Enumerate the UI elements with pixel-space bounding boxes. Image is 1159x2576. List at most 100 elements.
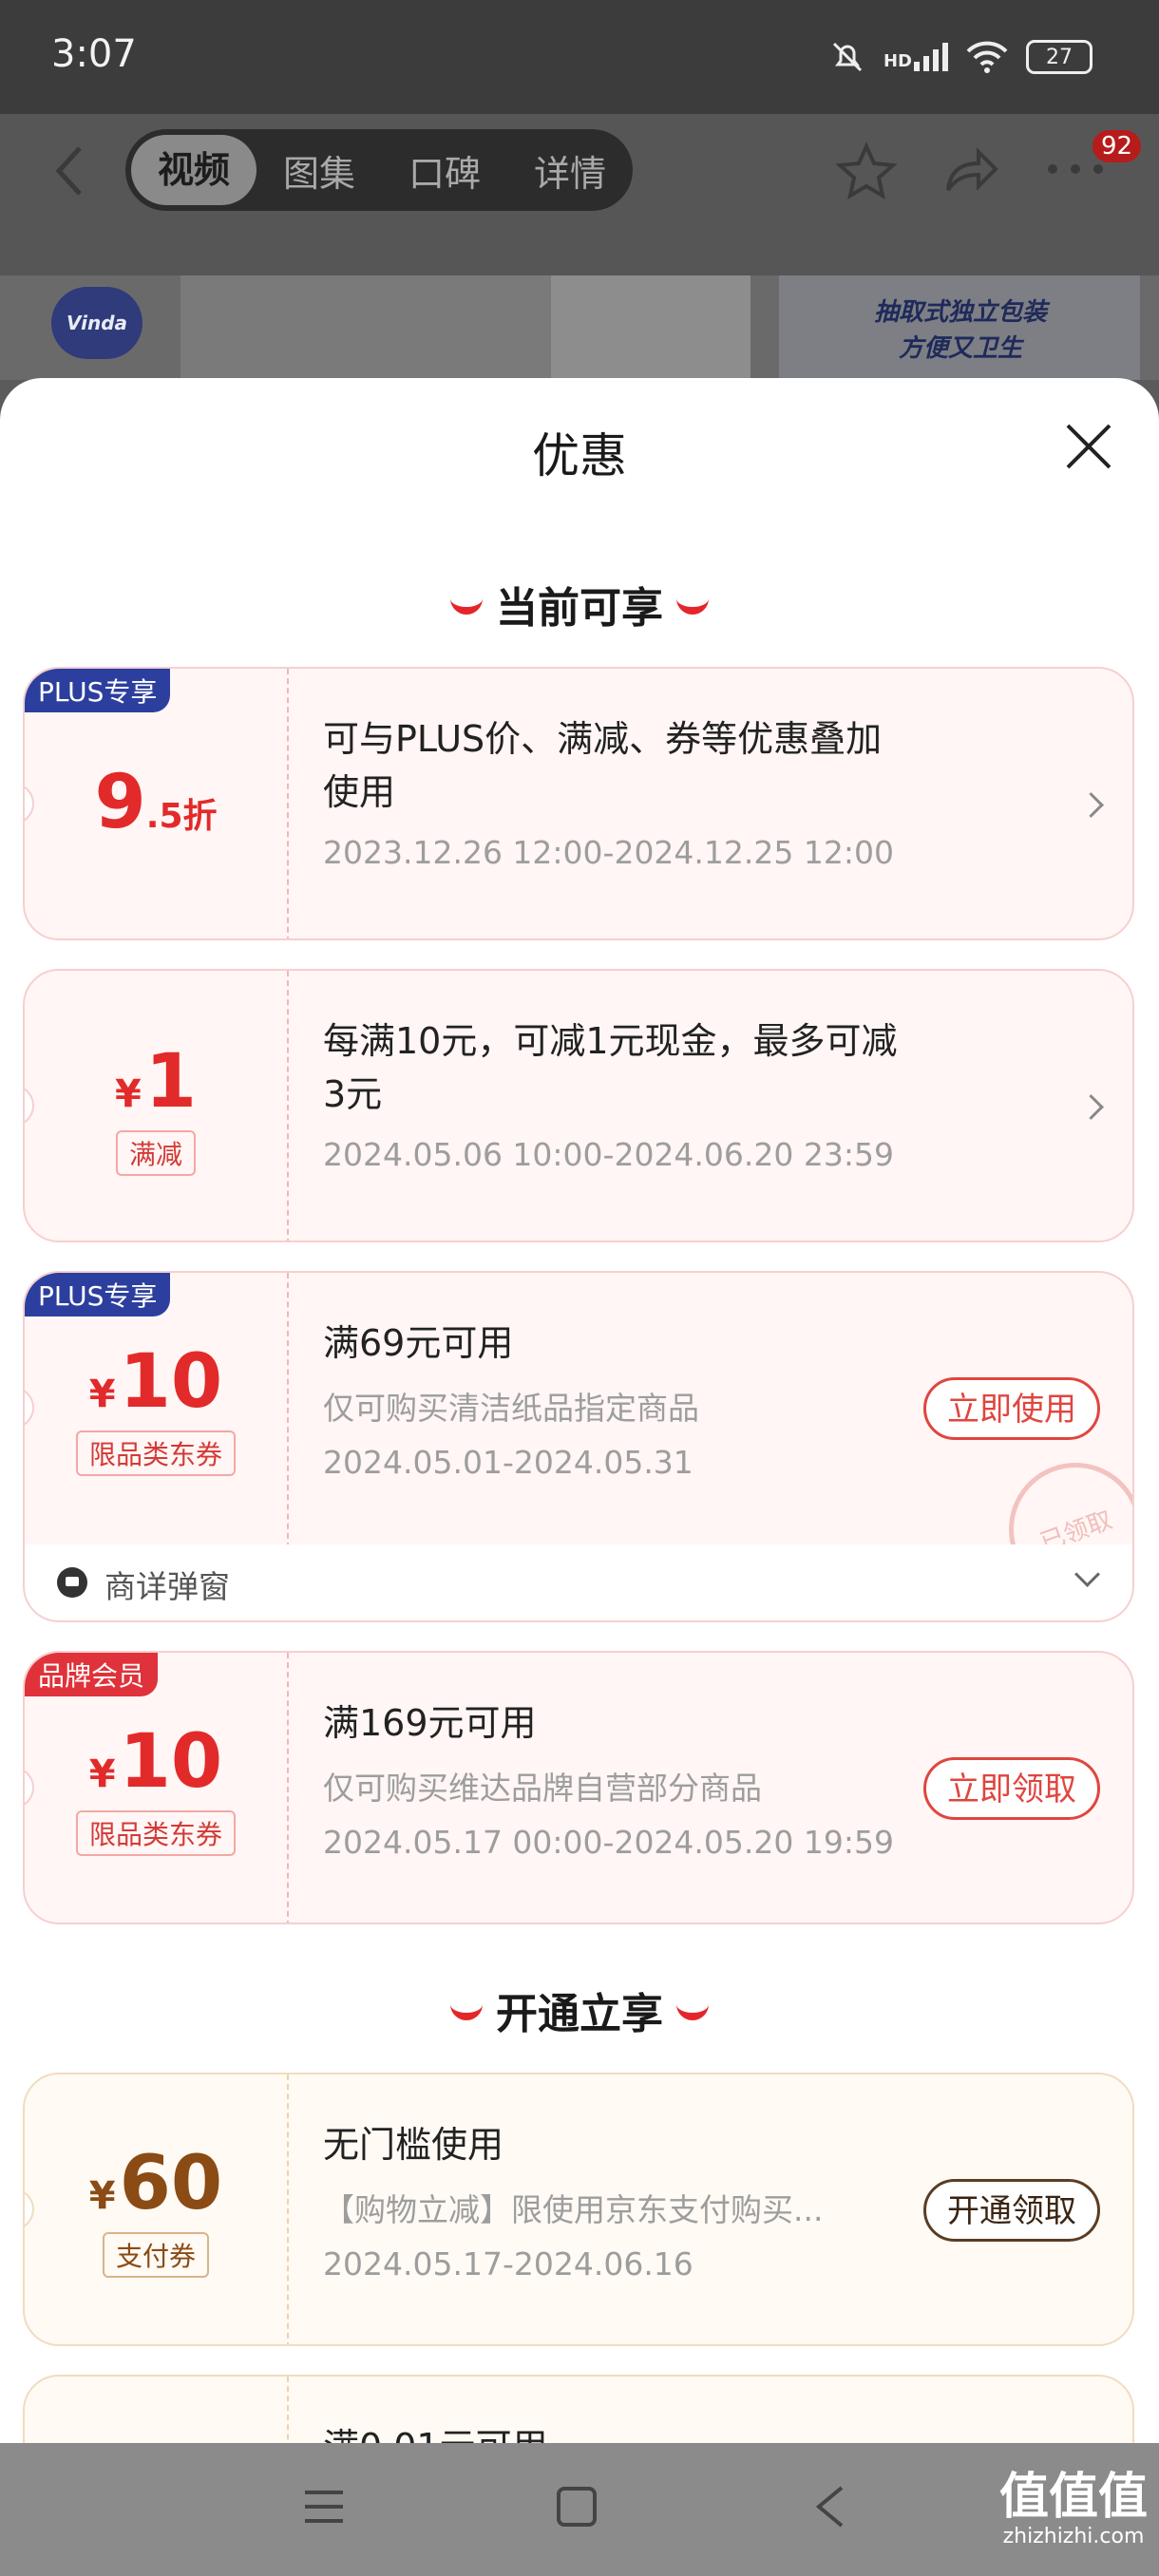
amount-number: 60 [119, 2141, 223, 2226]
more-icon[interactable] [1045, 160, 1106, 179]
chevron-right-icon[interactable] [1078, 1094, 1104, 1120]
smile-left-icon [450, 1998, 483, 2020]
coupon-desc-line2: 3元 [323, 1073, 383, 1115]
coupon-content: 满69元可用 仅可购买清洁纸品指定商品 2024.05.01-2024.05.3… [323, 1316, 699, 1481]
coupon-date: 2024.05.17 00:00-2024.05.20 19:59 [323, 1824, 894, 1861]
coupon-desc-line1: 每满10元，可减1元现金，最多可减 [323, 1020, 898, 1062]
coupon-condition: 满169元可用 [323, 1702, 537, 1744]
coupon-condition: 无门槛使用 [323, 2124, 504, 2166]
signal-bars-icon [914, 43, 948, 71]
claimed-stamp: 已领取 [990, 1444, 1132, 1544]
coupon-content: 满169元可用 仅可购买维达品牌自营部分商品 2024.05.17 00:00-… [323, 1696, 894, 1861]
coupon-type-tag: 满减 [115, 1130, 196, 1176]
card-divider [287, 669, 289, 938]
discount-number: 9 [94, 760, 146, 845]
watermark-main: 值值值 [998, 2469, 1148, 2526]
amount-number: 1 [144, 1039, 198, 1125]
coupon-date: 2024.05.06 10:00-2024.06.20 23:59 [323, 1136, 894, 1173]
coupon-content: 无门槛使用 【购物立减】限使用京东支付购买... 2024.05.17-2024… [323, 2118, 823, 2282]
claim-now-button[interactable]: 立即领取 [923, 1757, 1100, 1820]
wifi-icon [966, 41, 1008, 73]
back-icon[interactable] [813, 2485, 847, 2529]
coupon-card-plus-discount[interactable]: PLUS专享 9.5折 可与PLUS价、满减、券等优惠叠加 使用 2023.12… [23, 667, 1134, 940]
tab-reviews[interactable]: 口碑 [382, 144, 507, 197]
smile-right-icon [676, 1998, 709, 2020]
coupon-type-tag: 限品类东券 [75, 1430, 236, 1476]
chevron-right-icon[interactable] [1078, 792, 1104, 818]
coupon-type-tag: 支付券 [102, 2232, 209, 2278]
currency-symbol: ¥ [88, 1373, 116, 1416]
coupon-card-brand-member[interactable]: 品牌会员 ¥10 限品类东券 满169元可用 仅可购买维达品牌自营部分商品 20… [23, 1651, 1134, 1924]
plus-exclusive-tag: PLUS专享 [25, 1273, 171, 1316]
smile-left-icon [450, 592, 483, 615]
activate-claim-button[interactable]: 开通领取 [923, 2179, 1100, 2242]
media-tabs: 视频 图集 口碑 详情 [125, 129, 633, 211]
coupon-content: 每满10元，可减1元现金，最多可减 3元 2024.05.06 10:00-20… [323, 1014, 898, 1173]
card-divider [287, 1273, 289, 1544]
coupon-amount: ¥1 满减 [25, 1039, 287, 1176]
tab-details[interactable]: 详情 [507, 144, 633, 197]
tab-gallery[interactable]: 图集 [256, 144, 382, 197]
coupon-date: 2024.05.17-2024.06.16 [323, 2245, 694, 2282]
coupon-content: 可与PLUS价、满减、券等优惠叠加 使用 2023.12.26 12:00-20… [323, 712, 894, 871]
card-divider [287, 971, 289, 1241]
coupon-amount: 9.5折 [25, 760, 287, 845]
coupon-scope: 仅可购买维达品牌自营部分商品 [323, 1770, 762, 1807]
site-watermark: 值值值 zhizhizhi.com [999, 2470, 1148, 2549]
home-icon[interactable] [555, 2485, 598, 2529]
coupon-amount: ¥60 支付券 [25, 2141, 287, 2278]
coupon-desc-line2: 使用 [323, 771, 396, 813]
status-bar: 3:07 HD 27 [0, 0, 1159, 114]
system-nav-bar [0, 2443, 1159, 2576]
coupon-desc-line1: 可与PLUS价、满减、券等优惠叠加 [323, 718, 883, 760]
hd-signal-icon: HD [884, 43, 948, 71]
close-icon[interactable] [1062, 420, 1115, 473]
coupon-condition: 满69元可用 [323, 1322, 514, 1364]
smile-right-icon [676, 592, 709, 615]
star-icon[interactable] [836, 141, 897, 201]
battery-level: 27 [1046, 45, 1073, 69]
section-open-title: 开通立享 [496, 1990, 663, 2038]
amount-number: 10 [119, 1719, 223, 1805]
discount-sheet: 优惠 当前可享 PLUS专享 9.5折 可与PLUS价、满减、券等优惠叠加 使用… [0, 378, 1159, 2576]
banner-photo-window [551, 275, 750, 380]
message-count-badge: 92 [1092, 130, 1142, 162]
section-current-title: 当前可享 [496, 584, 663, 633]
coupon-scope: 仅可购买清洁纸品指定商品 [323, 1390, 699, 1427]
popup-label: 商详弹窗 [104, 1568, 230, 1605]
banner-slogan-line1: 抽取式独立包装 [874, 298, 1048, 327]
use-now-button[interactable]: 立即使用 [923, 1377, 1100, 1440]
coupon-date: 2024.05.01-2024.05.31 [323, 1444, 694, 1481]
amount-number: 10 [119, 1339, 223, 1425]
tab-video[interactable]: 视频 [131, 135, 256, 205]
coupon-card-payment[interactable]: ¥60 支付券 无门槛使用 【购物立减】限使用京东支付购买... 2024.05… [23, 2073, 1134, 2346]
popup-ticket-icon [57, 1567, 87, 1598]
coupon-type-tag: 限品类东券 [75, 1810, 236, 1856]
card-divider [287, 1653, 289, 1923]
plus-exclusive-tag: PLUS专享 [25, 669, 171, 712]
sheet-title: 优惠 [532, 428, 627, 483]
status-icons: HD 27 [828, 28, 1092, 85]
brand-member-tag: 品牌会员 [25, 1653, 159, 1696]
silent-bell-icon [832, 42, 863, 72]
vinda-logo: Vinda [51, 287, 142, 359]
section-current-header: 当前可享 [0, 574, 1159, 635]
banner-slogan: 抽取式独立包装 方便又卫生 [874, 294, 1047, 367]
status-time: 3:07 [51, 32, 137, 76]
coupon-date: 2023.12.26 12:00-2024.12.25 12:00 [323, 834, 894, 871]
coupon-card-full-reduction[interactable]: ¥1 满减 每满10元，可减1元现金，最多可减 3元 2024.05.06 10… [23, 969, 1134, 1242]
back-arrow-icon[interactable] [51, 142, 89, 199]
share-icon[interactable] [940, 141, 1001, 201]
hd-label: HD [883, 51, 912, 71]
currency-symbol: ¥ [114, 1072, 142, 1116]
discount-suffix: .5折 [145, 797, 218, 836]
currency-symbol: ¥ [88, 2174, 116, 2218]
chevron-down-icon[interactable] [1074, 1562, 1100, 1587]
coupon-amount: ¥10 限品类东券 [25, 1339, 287, 1476]
coupon-card-plus-10[interactable]: PLUS专享 ¥10 限品类东券 满69元可用 仅可购买清洁纸品指定商品 202… [23, 1271, 1134, 1546]
card-divider [287, 2074, 289, 2344]
currency-symbol: ¥ [88, 1752, 116, 1796]
coupon-scope: 【购物立减】限使用京东支付购买... [323, 2191, 824, 2228]
product-popup-row[interactable]: 商详弹窗 [23, 1544, 1134, 1622]
menu-icon[interactable] [302, 2485, 346, 2529]
